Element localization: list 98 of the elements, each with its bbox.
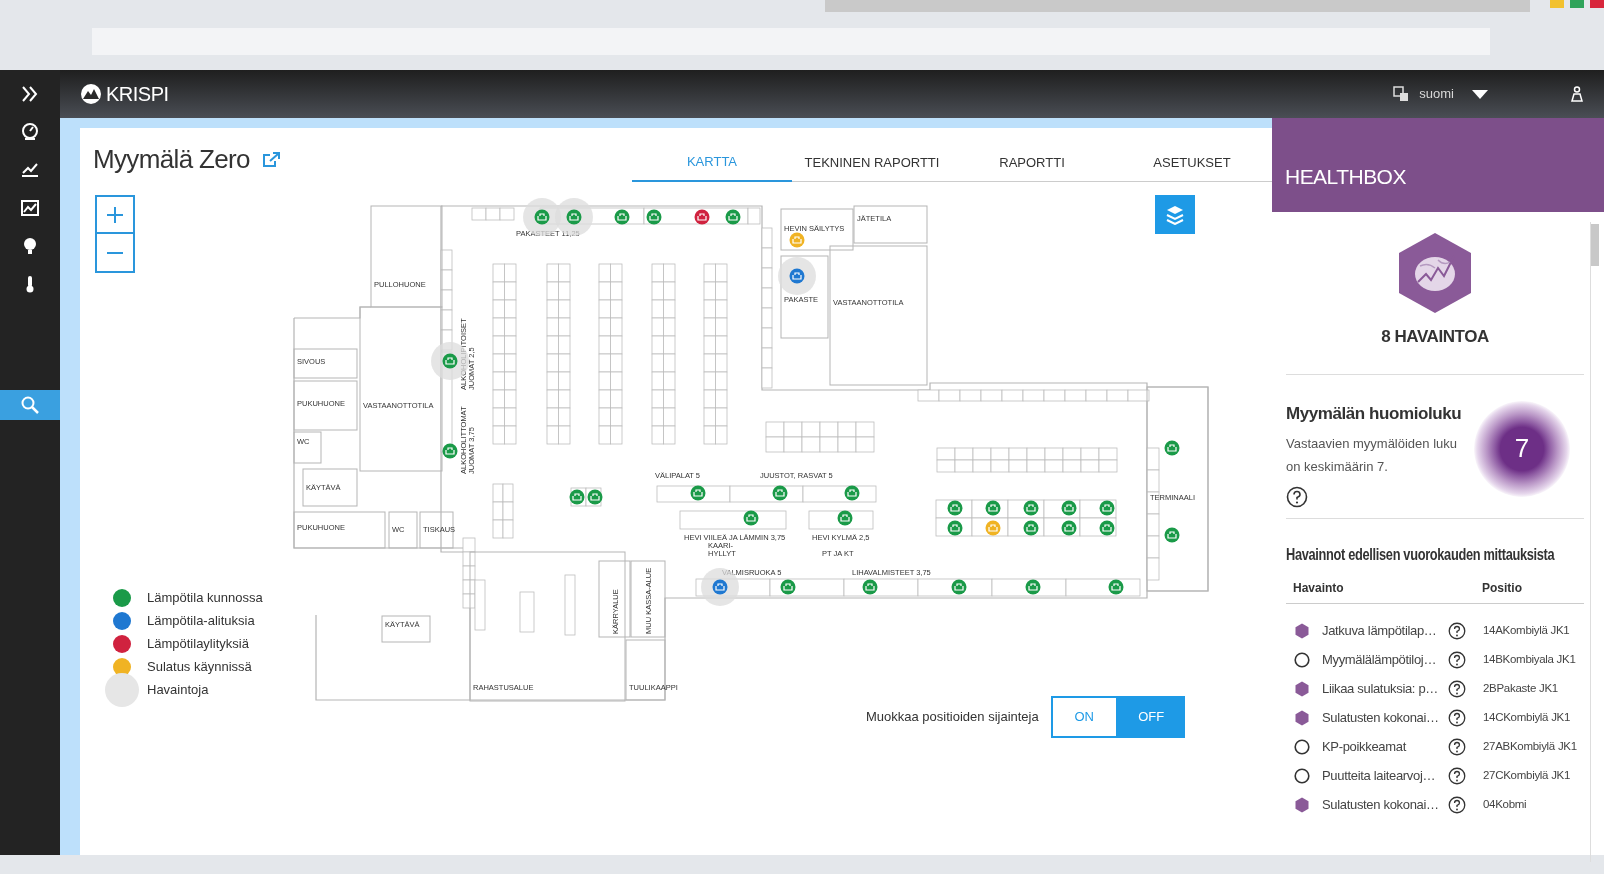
sensor-marker[interactable] (1164, 440, 1180, 456)
observation-text: Sulatusten kokonai… (1322, 795, 1440, 814)
sensor-marker[interactable] (1099, 500, 1115, 516)
sensor-marker[interactable] (947, 500, 963, 516)
sensor-marker[interactable] (1023, 500, 1039, 516)
sensor-marker[interactable] (690, 485, 706, 501)
gauge-icon (20, 122, 40, 142)
plus-icon (107, 206, 123, 223)
sensor-marker[interactable] (1061, 520, 1077, 536)
sensor-marker[interactable] (1025, 579, 1041, 595)
store-title: Myymälä Zero (93, 143, 250, 176)
sensor-marker[interactable] (1108, 579, 1124, 595)
legend-label: Lämpötilaylityksiä (147, 635, 249, 654)
sensor-marker[interactable] (985, 500, 1001, 516)
observation-count: 8 HAVAINTOA (1381, 326, 1489, 348)
sensor-marker[interactable] (780, 579, 796, 595)
panel-title: HEALTHBOX (1285, 163, 1406, 190)
sensor-marker[interactable] (442, 443, 458, 459)
observation-text: Liikaa sulatuksia: p… (1322, 679, 1439, 698)
zoom-out-button[interactable] (95, 234, 135, 273)
help-icon[interactable] (1448, 679, 1466, 698)
chart-board-icon (20, 198, 40, 218)
sensor-marker[interactable] (1099, 520, 1115, 536)
sensor-marker[interactable] (1023, 520, 1039, 536)
sensor-marker[interactable] (844, 485, 860, 501)
zoom-in-button[interactable] (95, 195, 135, 234)
sensor-marker[interactable] (951, 579, 967, 595)
shelf-unit (471, 207, 515, 221)
shelf-unit (462, 537, 476, 609)
position-text: 2BPakaste JK1 (1483, 680, 1558, 696)
legend-label: Lämpötila-alituksia (147, 612, 255, 631)
minus-icon (107, 251, 123, 254)
logo-text: KRISPI (106, 82, 169, 107)
help-icon[interactable] (1448, 621, 1466, 640)
sensor-marker[interactable] (947, 520, 963, 536)
shelf-unit (564, 574, 576, 636)
sensor-marker[interactable] (646, 209, 662, 225)
section-title: Myymälän huomioluku (1286, 402, 1463, 425)
sensor-marker[interactable] (694, 209, 710, 225)
observation-text: KP-poikkeamat (1322, 737, 1408, 756)
language-dropdown[interactable]: suomi (1419, 84, 1488, 104)
expand-icon (20, 84, 40, 104)
external-link-icon[interactable] (261, 152, 280, 168)
sensor-marker[interactable] (587, 489, 603, 505)
column-header: Positio (1482, 580, 1522, 597)
sensor-marker[interactable] (862, 579, 878, 595)
layers-icon (1166, 204, 1184, 225)
position-text: 27CKombiylä JK1 (1483, 767, 1571, 783)
sensor-marker[interactable] (725, 209, 741, 225)
sensor-marker[interactable] (1061, 500, 1077, 516)
scrollbar-thumb[interactable] (1591, 224, 1599, 266)
help-icon[interactable] (1448, 708, 1466, 727)
search-icon (20, 395, 40, 415)
translate-icon (1393, 86, 1410, 102)
sensor-marker[interactable] (778, 257, 816, 295)
shelf-unit (519, 591, 535, 633)
score-description: Vastaavien myymälöiden luku on keskimäärin 7. (1286, 435, 1458, 476)
sensor-marker[interactable] (1164, 527, 1180, 543)
help-icon[interactable] (1448, 737, 1466, 756)
sensor-marker[interactable] (837, 510, 853, 526)
brain-chart-icon (1398, 232, 1472, 314)
section-title: Havainnot edellisen vuorokauden mittauksista (1286, 545, 1555, 565)
user-icon[interactable] (1570, 86, 1584, 102)
help-icon[interactable] (1286, 486, 1308, 508)
tab[interactable]: RAPORTTI (952, 144, 1112, 182)
sensor-marker[interactable] (772, 485, 788, 501)
help-icon[interactable] (1448, 766, 1466, 785)
legend-label: Havaintoja (147, 681, 209, 700)
position-text: 27ABKombiylä JK1 (1483, 738, 1577, 754)
room-outline (388, 511, 418, 549)
shelf-unit (492, 483, 514, 539)
toggle-label: Muokkaa positioiden sijainteja (866, 708, 1039, 727)
room-outline (419, 511, 454, 549)
position-text: 14BKombiyala JK1 (1483, 651, 1576, 667)
caret-icon (1472, 89, 1488, 99)
score-badge: 7 (1474, 400, 1570, 497)
observation-text: Puutteita laitearvoj… (1322, 766, 1437, 785)
shelf-unit (474, 579, 486, 631)
legend-label: Sulatus käynnissä (147, 658, 252, 677)
layers-button[interactable] (1155, 195, 1195, 234)
tab[interactable]: TEKNINEN RAPORTTI (792, 144, 952, 182)
sensor-marker[interactable] (569, 489, 585, 505)
sensor-marker[interactable] (789, 232, 805, 248)
observation-text: Jatkuva lämpötilap… (1322, 621, 1438, 640)
column-header: Havainto (1293, 580, 1345, 597)
observation-text: Myymälälämpötiloj… (1322, 650, 1438, 669)
position-text: 04Kobmi (1483, 796, 1527, 812)
logo-icon (80, 83, 102, 105)
help-icon[interactable] (1448, 795, 1466, 814)
observation-text: Sulatusten kokonai… (1322, 708, 1440, 727)
room-outline (381, 615, 431, 643)
position-text: 14AKombiylä JK1 (1483, 622, 1570, 638)
sensor-marker[interactable] (614, 209, 630, 225)
sensor-marker[interactable] (985, 520, 1001, 536)
sensor-marker[interactable] (743, 510, 759, 526)
help-icon[interactable] (1448, 650, 1466, 669)
legend-label: Lämpötila kunnossa (147, 589, 263, 608)
position-text: 14CKombiylä JK1 (1483, 709, 1571, 725)
